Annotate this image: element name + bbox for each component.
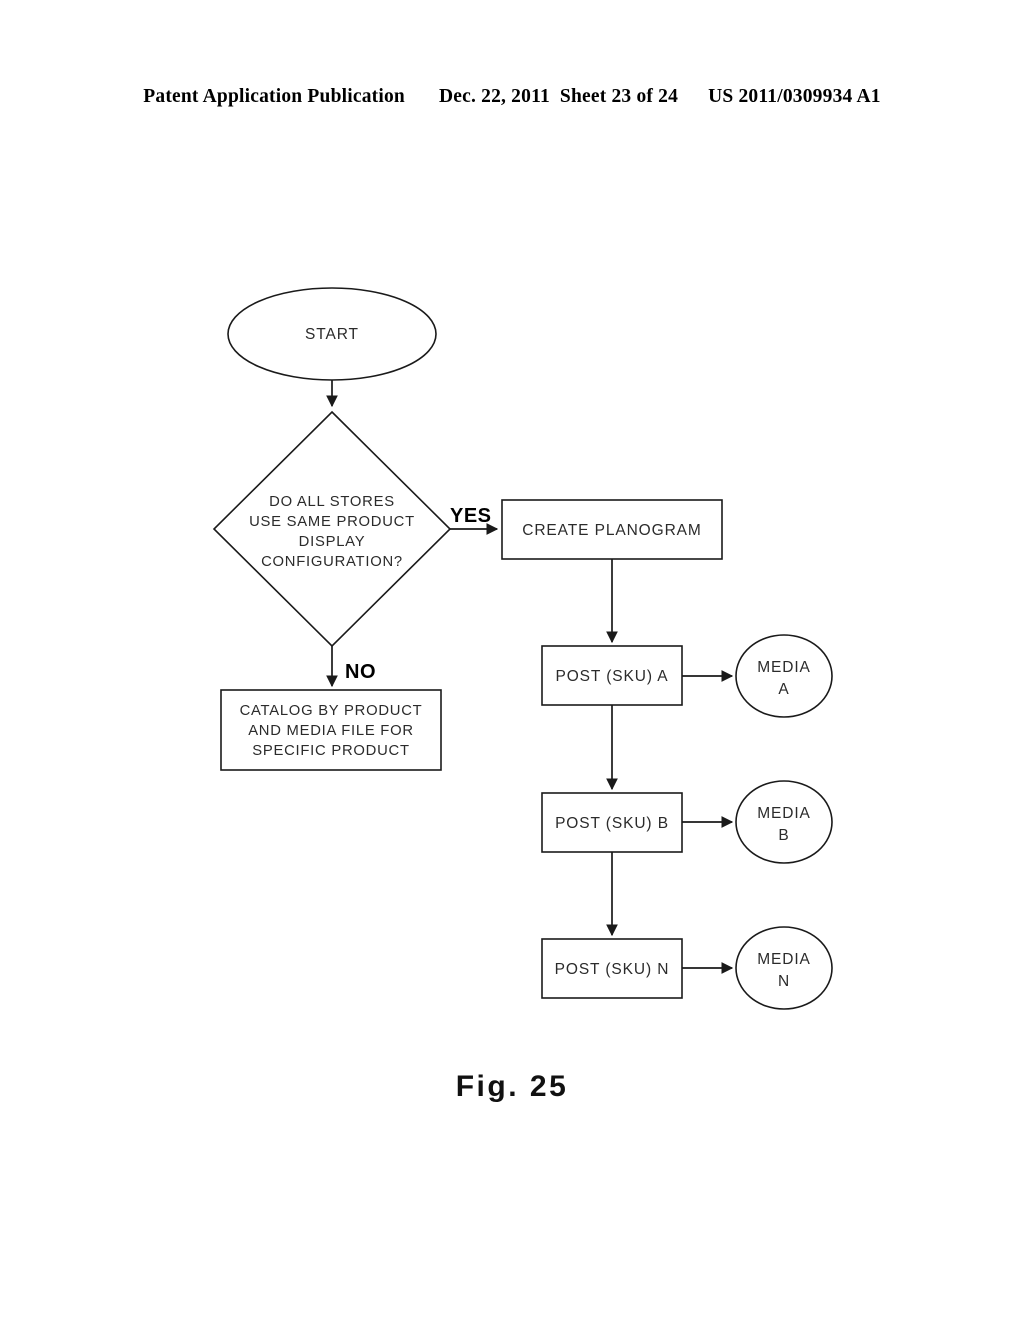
node-catalog: CATALOG BY PRODUCT AND MEDIA FILE FOR SP… <box>220 689 442 771</box>
node-decision: DO ALL STORES USE SAME PRODUCT DISPLAY C… <box>212 410 452 648</box>
figure-caption: Fig. 25 <box>455 1070 569 1103</box>
post-b-label: POST (SKU) B <box>555 815 669 832</box>
node-media-b: MEDIA B <box>735 780 833 864</box>
node-post-n: POST (SKU) N <box>541 938 683 999</box>
catalog-line-3: SPECIFIC PRODUCT <box>252 743 410 759</box>
catalog-line-1: CATALOG BY PRODUCT <box>240 703 423 719</box>
media-a-line-2: A <box>778 681 789 698</box>
media-b-line-2: B <box>778 827 789 844</box>
node-post-b: POST (SKU) B <box>541 792 683 853</box>
media-b-line-1: MEDIA <box>757 805 811 822</box>
branch-label-yes: YES <box>450 505 492 527</box>
node-create-planogram: CREATE PLANOGRAM <box>501 499 723 560</box>
flowchart-diagram: START DO ALL STORES USE SAME PRODUCT DIS… <box>0 0 1024 1320</box>
media-n-line-2: N <box>778 973 790 990</box>
post-n-label: POST (SKU) N <box>555 961 670 978</box>
node-media-a: MEDIA A <box>735 634 833 718</box>
node-post-a: POST (SKU) A <box>541 645 683 706</box>
catalog-line-2: AND MEDIA FILE FOR <box>248 723 414 739</box>
start-label: START <box>305 326 359 343</box>
decision-line-4: CONFIGURATION? <box>261 554 403 570</box>
media-a-line-1: MEDIA <box>757 659 811 676</box>
planogram-label: CREATE PLANOGRAM <box>522 522 701 539</box>
decision-line-3: DISPLAY <box>299 534 366 550</box>
media-n-line-1: MEDIA <box>757 951 811 968</box>
post-a-label: POST (SKU) A <box>555 668 668 685</box>
decision-line-1: DO ALL STORES <box>269 494 395 510</box>
branch-label-no: NO <box>345 661 376 683</box>
node-start: START <box>227 287 437 381</box>
node-media-n: MEDIA N <box>735 926 833 1010</box>
decision-line-2: USE SAME PRODUCT <box>249 514 415 530</box>
